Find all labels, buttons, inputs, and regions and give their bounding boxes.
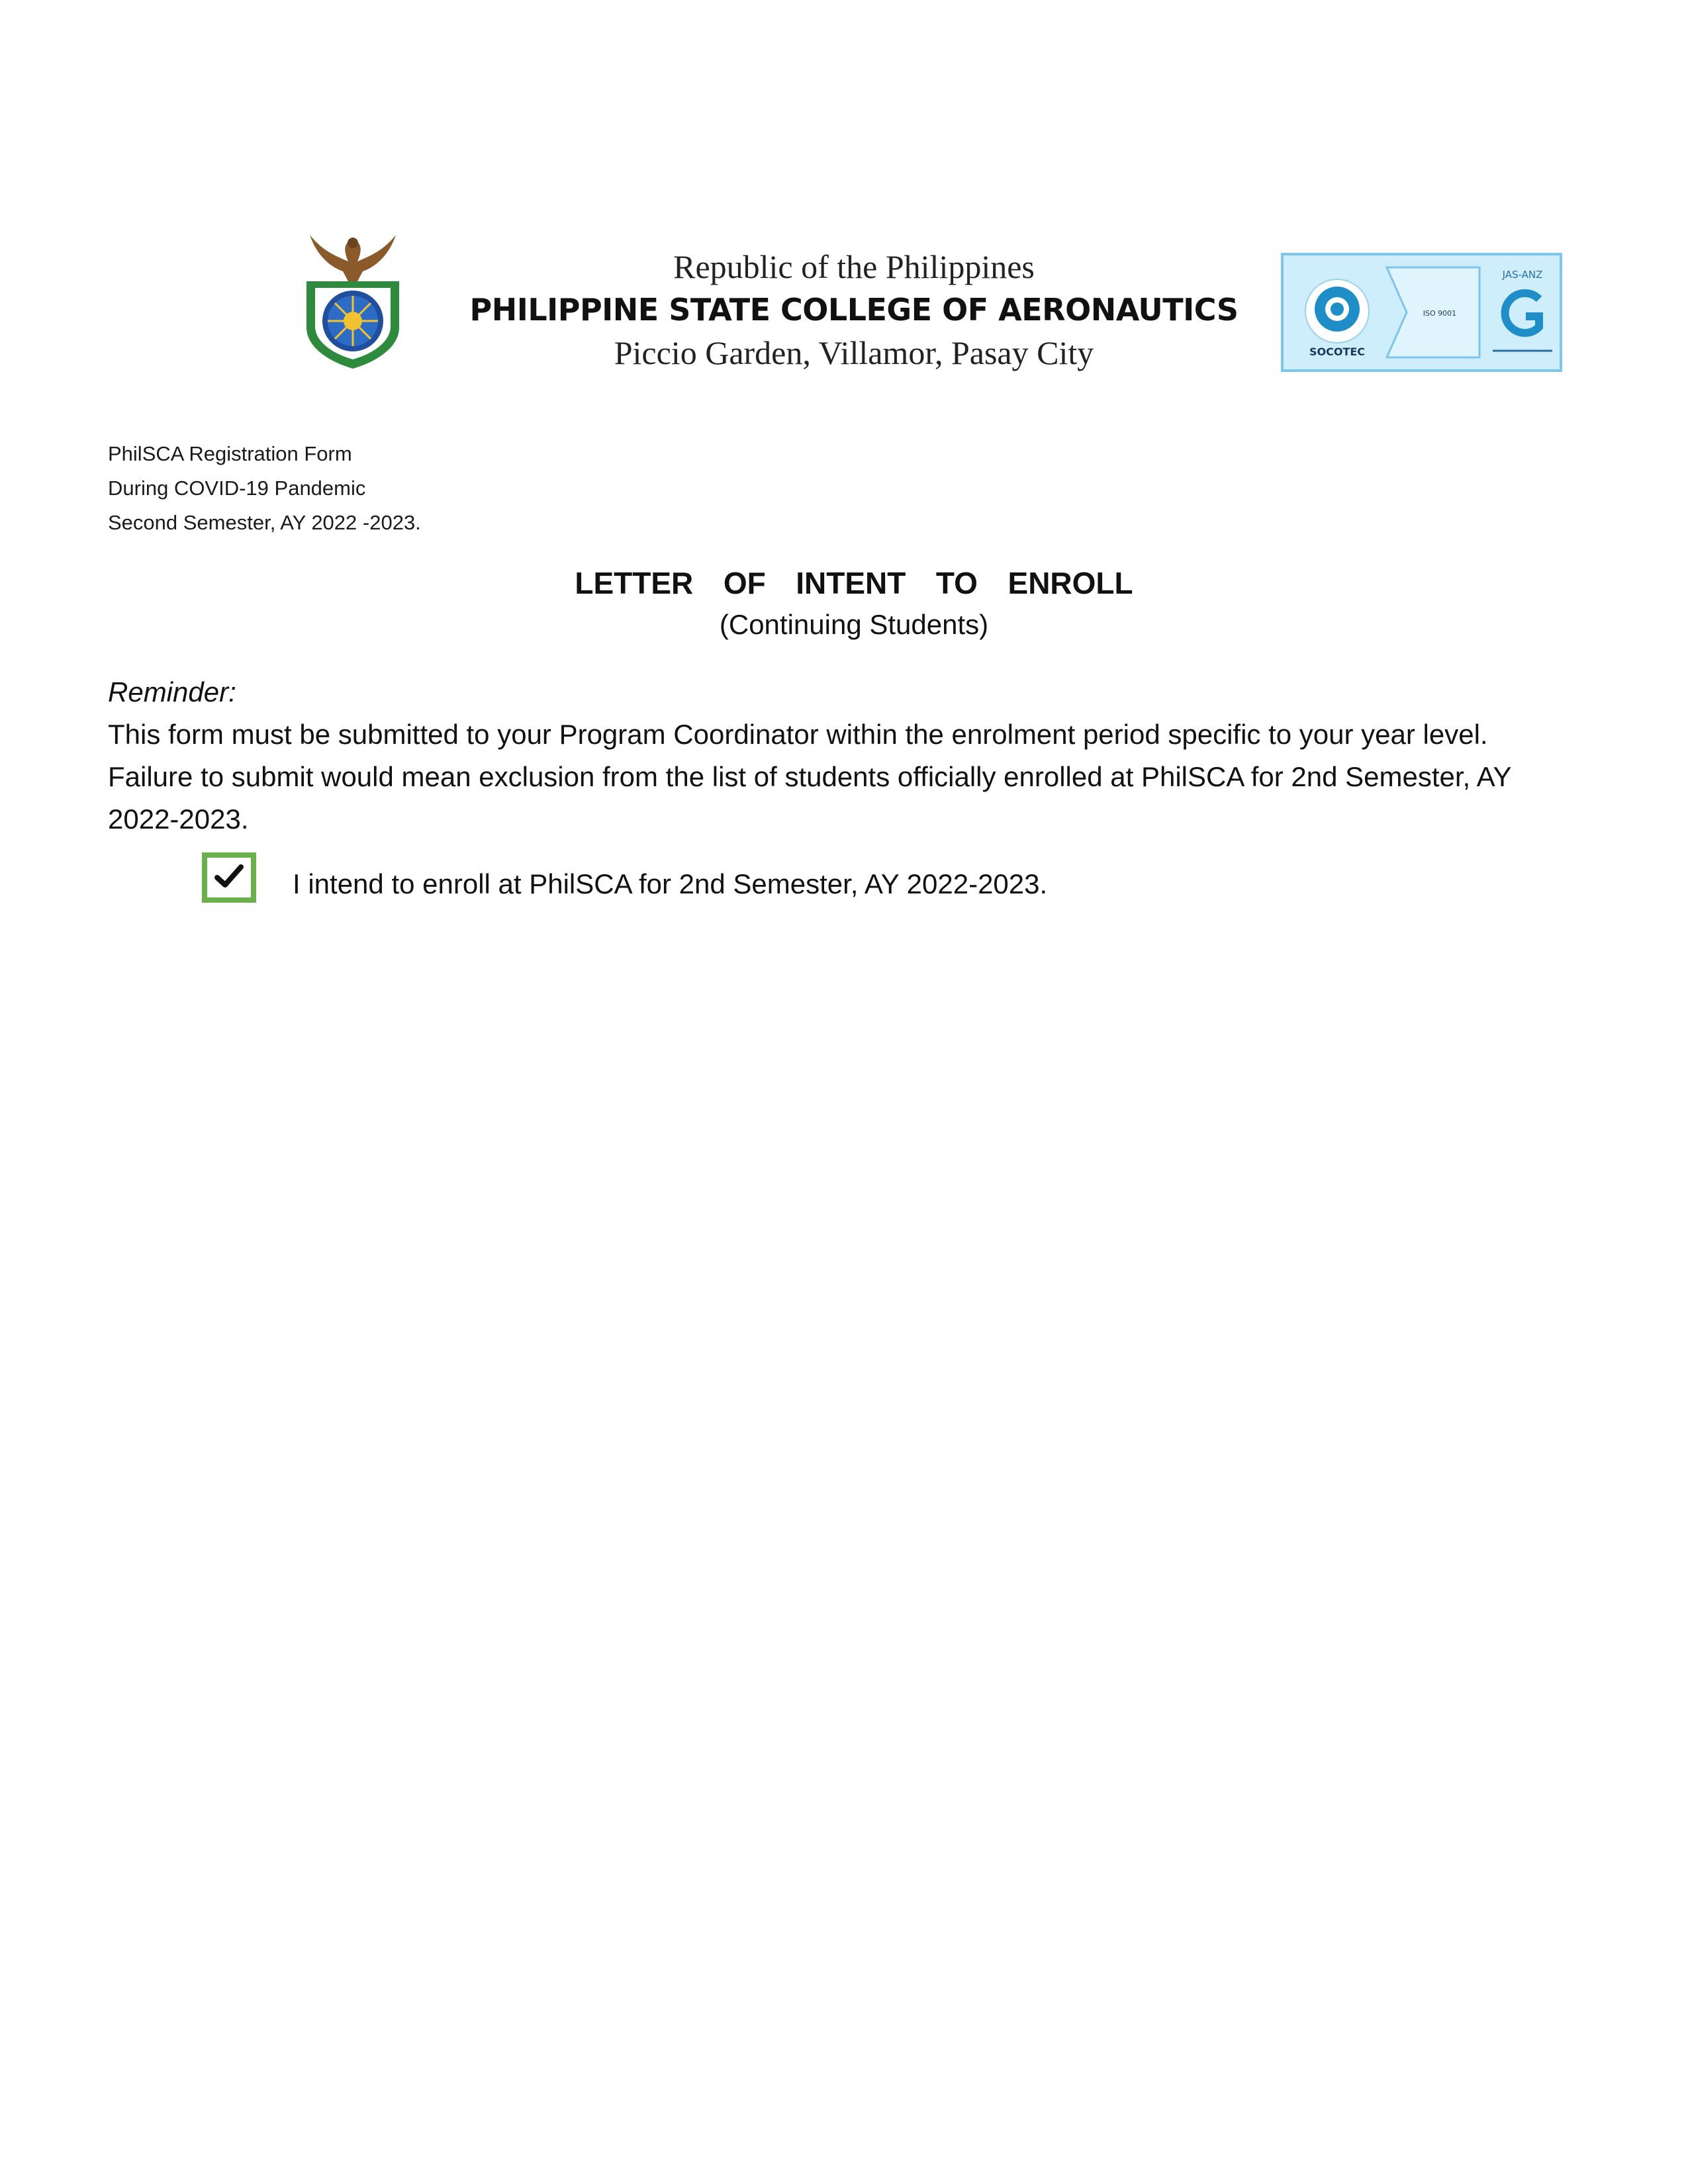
socotec-label: SOCOTEC xyxy=(1309,345,1365,358)
reminder-text: This form must be submitted to your Prog… xyxy=(108,719,1519,835)
letterhead: Republic of the Philippines PHILIPPINE S… xyxy=(424,245,1284,375)
page-title: LETTER OF INTENT TO ENROLL xyxy=(575,566,1133,600)
iso-label: ISO 9001 xyxy=(1423,309,1456,318)
college-seal-logo xyxy=(297,215,409,371)
form-name: PhilSCA Registration Form xyxy=(108,442,352,465)
reminder-label: Reminder: xyxy=(108,676,236,707)
intent-statement: I intend to enroll at PhilSCA for 2nd Se… xyxy=(293,868,1048,899)
letterhead-address: Piccio Garden, Villamor, Pasay City xyxy=(614,334,1094,371)
jas-anz-label: JAS-ANZ xyxy=(1502,269,1543,281)
iso-certification-badge: SOCOTEC ISO 9001 JAS-ANZ xyxy=(1281,253,1562,372)
letterhead-country: Republic of the Philippines xyxy=(673,248,1035,285)
letterhead-institution: PHILIPPINE STATE COLLEGE OF AERONAUTICS xyxy=(469,292,1239,328)
form-meta: PhilSCA Registration Form During COVID-1… xyxy=(108,437,421,540)
checkmark-icon xyxy=(214,864,244,887)
form-semester: Second Semester, AY 2022 -2023. xyxy=(108,511,421,534)
form-context: During COVID-19 Pandemic xyxy=(108,477,366,500)
intent-checkbox[interactable] xyxy=(202,852,256,903)
title-block: LETTER OF INTENT TO ENROLL (Continuing S… xyxy=(424,561,1284,645)
page-subtitle: (Continuing Students) xyxy=(719,609,989,640)
certification-logos-icon: SOCOTEC ISO 9001 JAS-ANZ xyxy=(1281,253,1562,372)
eagle-shield-icon xyxy=(306,235,399,369)
